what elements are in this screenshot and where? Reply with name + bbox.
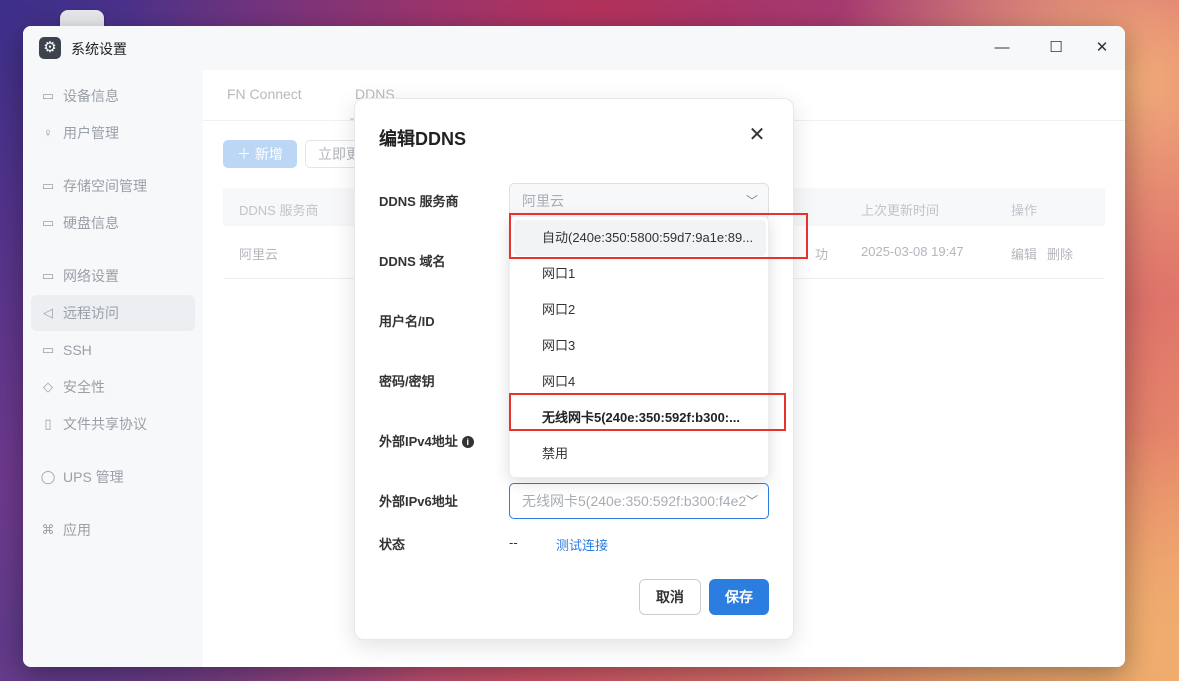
test-connection-link[interactable]: 测试连接 [556, 535, 608, 554]
title-bar: ⚙ 系统设置 — ☐ ✕ [23, 26, 1125, 70]
ipv6-select[interactable]: 无线网卡5(240e:350:592f:b300:f4e2 ﹀ [509, 483, 769, 519]
apps-icon: ⌘ [41, 522, 55, 537]
shield-icon: ◇ [43, 379, 53, 394]
domain-label: DDNS 域名 [379, 254, 446, 269]
user-icon: ♀ [43, 125, 53, 140]
send-icon: ◁ [43, 305, 53, 320]
network-icon: ▭ [41, 268, 55, 283]
sidebar-item-ups[interactable]: ◯ UPS 管理 [31, 459, 195, 495]
maximize-button[interactable]: ☐ [1045, 37, 1067, 59]
chevron-down-icon: ﹀ [745, 494, 758, 508]
sidebar-item-file-sharing[interactable]: ▯ 文件共享协议 [31, 406, 195, 442]
column-header-actions: 操作 [1011, 203, 1038, 218]
password-label: 密码/密钥 [379, 374, 435, 389]
highlight-box-auto [509, 213, 808, 259]
ipv4-label-text: 外部IPv4地址 [379, 434, 458, 449]
minimize-button[interactable]: — [991, 37, 1013, 59]
close-icon[interactable]: ✕ [745, 123, 769, 147]
provider-label: DDNS 服务商 [379, 194, 459, 209]
dropdown-option-port1[interactable]: 网口1 [514, 256, 766, 292]
sidebar-item-storage[interactable]: ▭ 存储空间管理 [31, 168, 195, 204]
cell-updated: 2025-03-08 19:47 [861, 244, 964, 259]
dropdown-option-port3[interactable]: 网口3 [514, 328, 766, 364]
sidebar-item-apps[interactable]: ⌘ 应用 [31, 512, 195, 548]
sidebar-item-users[interactable]: ♀ 用户管理 [31, 115, 195, 151]
sidebar-item-label: SSH [63, 342, 92, 358]
sidebar-item-label: 安全性 [63, 379, 105, 395]
highlight-box-wireless [509, 393, 786, 431]
sidebar: ▭ 设备信息 ♀ 用户管理 ▭ 存储空间管理 ▭ 硬盘信息 ▭ 网络设置 ◁ 远… [23, 70, 203, 667]
tab-fn-connect[interactable]: FN Connect [227, 86, 302, 102]
username-label: 用户名/ID [379, 314, 435, 329]
sidebar-item-device-info[interactable]: ▭ 设备信息 [31, 78, 195, 114]
sidebar-item-label: 存储空间管理 [63, 178, 147, 194]
file-icon: ▯ [44, 416, 52, 431]
column-header-updated: 上次更新时间 [861, 203, 940, 218]
dropdown-option-port2[interactable]: 网口2 [514, 292, 766, 328]
storage-icon: ▭ [41, 178, 55, 193]
sidebar-item-remote-access[interactable]: ◁ 远程访问 [31, 295, 195, 331]
close-window-button[interactable]: ✕ [1091, 37, 1113, 59]
sidebar-item-label: 硬盘信息 [63, 215, 119, 231]
sidebar-item-security[interactable]: ◇ 安全性 [31, 369, 195, 405]
ipv4-label: 外部IPv4地址 i [379, 431, 474, 450]
info-icon[interactable]: i [461, 436, 474, 448]
delete-link[interactable]: 删除 [1047, 244, 1073, 263]
status-value: -- [509, 535, 518, 550]
save-button[interactable]: 保存 [709, 579, 769, 615]
ipv6-label: 外部IPv6地址 [379, 494, 458, 509]
cell-provider: 阿里云 [239, 247, 279, 262]
ipv6-select-value: 无线网卡5(240e:350:592f:b300:f4e2 [522, 493, 747, 509]
dialog-title: 编辑DDNS [379, 129, 467, 149]
sidebar-item-label: 设备信息 [63, 88, 119, 104]
window-title: 系统设置 [71, 41, 127, 57]
device-icon: ▭ [41, 88, 55, 103]
column-header-provider: DDNS 服务商 [239, 203, 319, 218]
sidebar-item-disk[interactable]: ▭ 硬盘信息 [31, 205, 195, 241]
cancel-button[interactable]: 取消 [639, 579, 701, 615]
status-label: 状态 [379, 537, 406, 552]
sidebar-item-label: 文件共享协议 [63, 416, 147, 432]
sidebar-item-ssh[interactable]: ▭ SSH [31, 332, 195, 368]
sidebar-item-network[interactable]: ▭ 网络设置 [31, 258, 195, 294]
dropdown-option-disabled[interactable]: 禁用 [514, 436, 766, 472]
edit-link[interactable]: 编辑 [1011, 244, 1037, 263]
add-ddns-button[interactable]: ＋ 新增 [223, 140, 297, 168]
sidebar-item-label: 网络设置 [63, 268, 119, 284]
terminal-icon: ▭ [41, 342, 55, 357]
sidebar-item-label: 远程访问 [63, 305, 119, 321]
gear-icon: ⚙ [39, 37, 61, 59]
cell-status: 功 [815, 247, 829, 262]
ups-icon: ◯ [40, 469, 56, 484]
sidebar-item-label: 应用 [63, 522, 91, 538]
disk-icon: ▭ [41, 215, 55, 230]
sidebar-item-label: 用户管理 [63, 125, 119, 141]
sidebar-item-label: UPS 管理 [63, 469, 124, 485]
